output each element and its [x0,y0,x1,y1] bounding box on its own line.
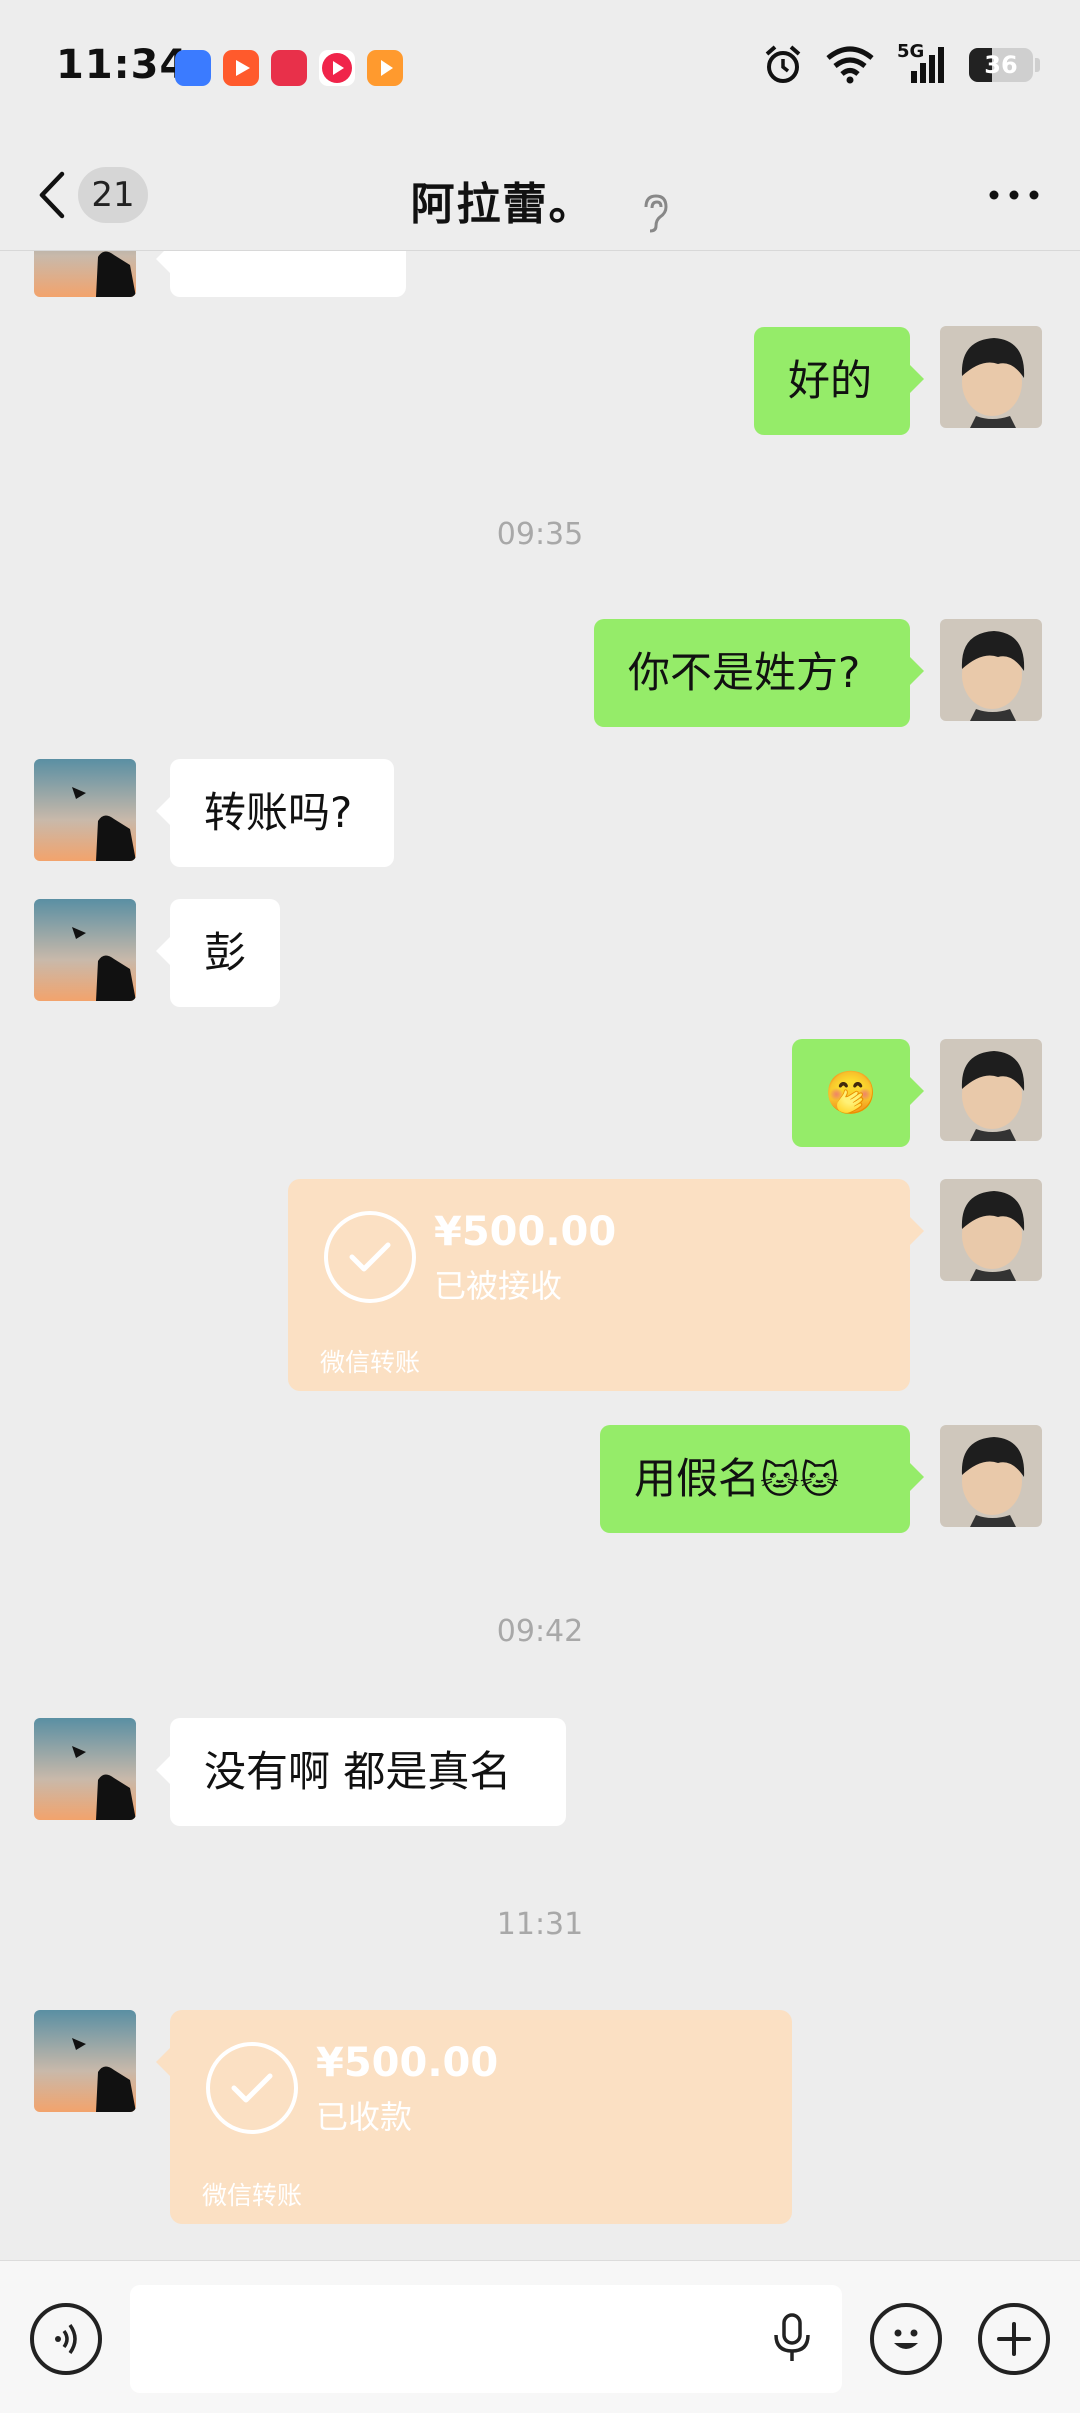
avatar-other[interactable] [34,899,136,1001]
signal-icon: 5G [897,41,947,85]
voice-icon [55,2323,77,2355]
message-bubble-self[interactable]: 用假名🐱🐱 [600,1425,924,1533]
check-icon [324,1211,416,1303]
avatar-other[interactable] [34,2010,136,2112]
message-bubble-other[interactable]: 没有啊 都是真名 [156,1718,566,1826]
transfer-card-self[interactable]: ¥500.00 已被接收 微信转账 [288,1179,924,1391]
avatar-self[interactable] [940,1425,1042,1527]
status-bar: 11:34 5G 36 [0,0,1080,140]
transfer-label: 微信转账 [202,2181,303,2210]
avatar-self[interactable] [940,1039,1042,1141]
message-text: 用假名 [634,1454,761,1503]
check-icon [206,2042,298,2134]
battery-level: 36 [984,51,1018,79]
emoji-icon [894,2329,918,2349]
avatar-other[interactable] [34,759,136,861]
chat-header: 21 阿拉蕾。 [0,140,1080,251]
alarm-icon [765,45,801,83]
chat-title: 阿拉蕾。 [410,179,595,230]
battery-icon: 36 [969,48,1040,82]
avatar-other[interactable] [34,1718,136,1820]
system-icons: 5G 36 [763,41,1040,86]
voice-toggle-button[interactable] [30,2303,102,2375]
emoji-button[interactable] [870,2303,942,2375]
plus-icon [997,2322,1031,2356]
transfer-amount: ¥500.00 [316,2040,499,2086]
wifi-icon [826,46,874,84]
app-icon-play [319,50,355,86]
status-time: 11:34 [56,42,189,88]
message-list[interactable]: 早点休息 好的 09:35 你不是姓方? 转账吗? 彭 🤭 ¥500.00 已被… [0,195,1080,1391]
transfer-status: 已被接收 [434,1267,563,1305]
emoji: 🐱🐱 [760,1458,840,1502]
plus-button[interactable] [978,2303,1050,2375]
avatar-self[interactable] [940,1179,1042,1281]
message-bubble-self[interactable]: 🤭 [792,1039,924,1147]
timestamp: 09:35 [496,517,584,552]
timestamp: 11:31 [496,1907,584,1942]
transfer-card-other[interactable]: ¥500.00 已收款 微信转账 [156,2010,792,2224]
message-bubble-self[interactable]: 好的 [754,327,924,435]
mic-icon [774,2313,810,2361]
transfer-status: 已收款 [316,2098,413,2136]
timestamp: 09:42 [496,1614,584,1649]
mic-button[interactable] [770,2311,814,2369]
input-bar [0,2260,1080,2413]
ear-icon [640,193,670,237]
message-bubble-self[interactable]: 你不是姓方? [594,619,924,727]
app-icon-tv [367,50,403,86]
message-input[interactable] [130,2285,842,2393]
message-bubble-other[interactable]: 转账吗? [156,759,394,867]
transfer-label: 微信转账 [320,1348,421,1377]
app-icon-blue [175,50,211,86]
notification-icons [175,50,403,86]
avatar-self[interactable] [940,326,1042,428]
avatar-self[interactable] [940,619,1042,721]
more-icon [989,190,1039,200]
more-button[interactable] [988,178,1040,216]
app-icon-618 [271,50,307,86]
message-bubble-other[interactable]: 彭 [156,899,280,1007]
transfer-amount: ¥500.00 [434,1209,617,1255]
app-icon-video [223,50,259,86]
